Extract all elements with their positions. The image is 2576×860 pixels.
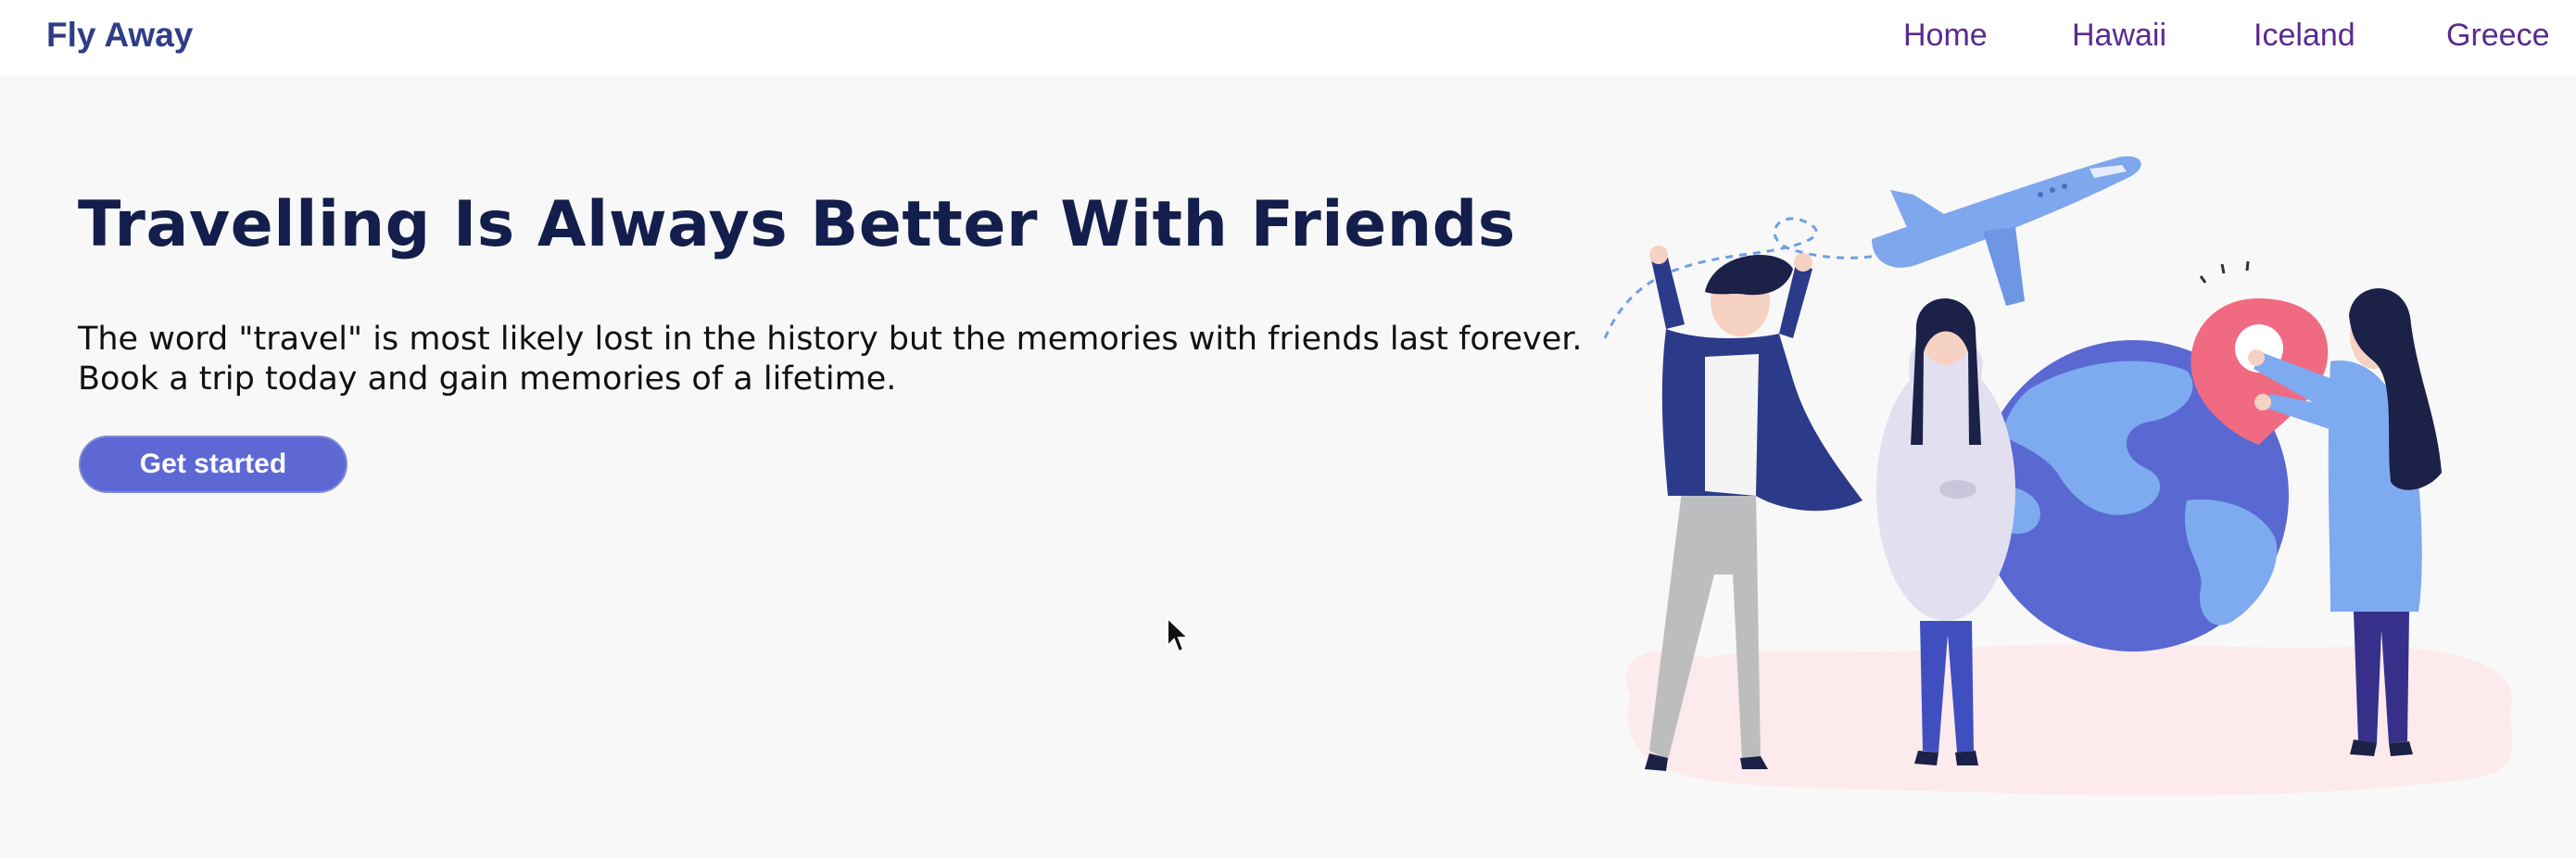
hero-title: Travelling Is Always Better With Friends (78, 188, 1516, 261)
travel-friends-illustration (1603, 156, 2513, 796)
nav-link-iceland[interactable]: Iceland (2254, 13, 2355, 57)
nav-link-hawaii[interactable]: Hawaii (2072, 13, 2166, 57)
nav-link-home[interactable]: Home (1903, 13, 1988, 57)
nav-link-greece[interactable]: Greece (2446, 13, 2550, 57)
brand-logo-link[interactable]: Fly Away (46, 13, 193, 57)
airplane-icon (1872, 156, 2141, 306)
hero-description: The word "travel" is most likely lost in… (78, 321, 1583, 398)
mouse-cursor-icon (1167, 616, 1190, 653)
get-started-button[interactable]: Get started (79, 436, 347, 493)
top-navbar: Fly Away Home Hawaii Iceland Greece (0, 0, 2576, 76)
